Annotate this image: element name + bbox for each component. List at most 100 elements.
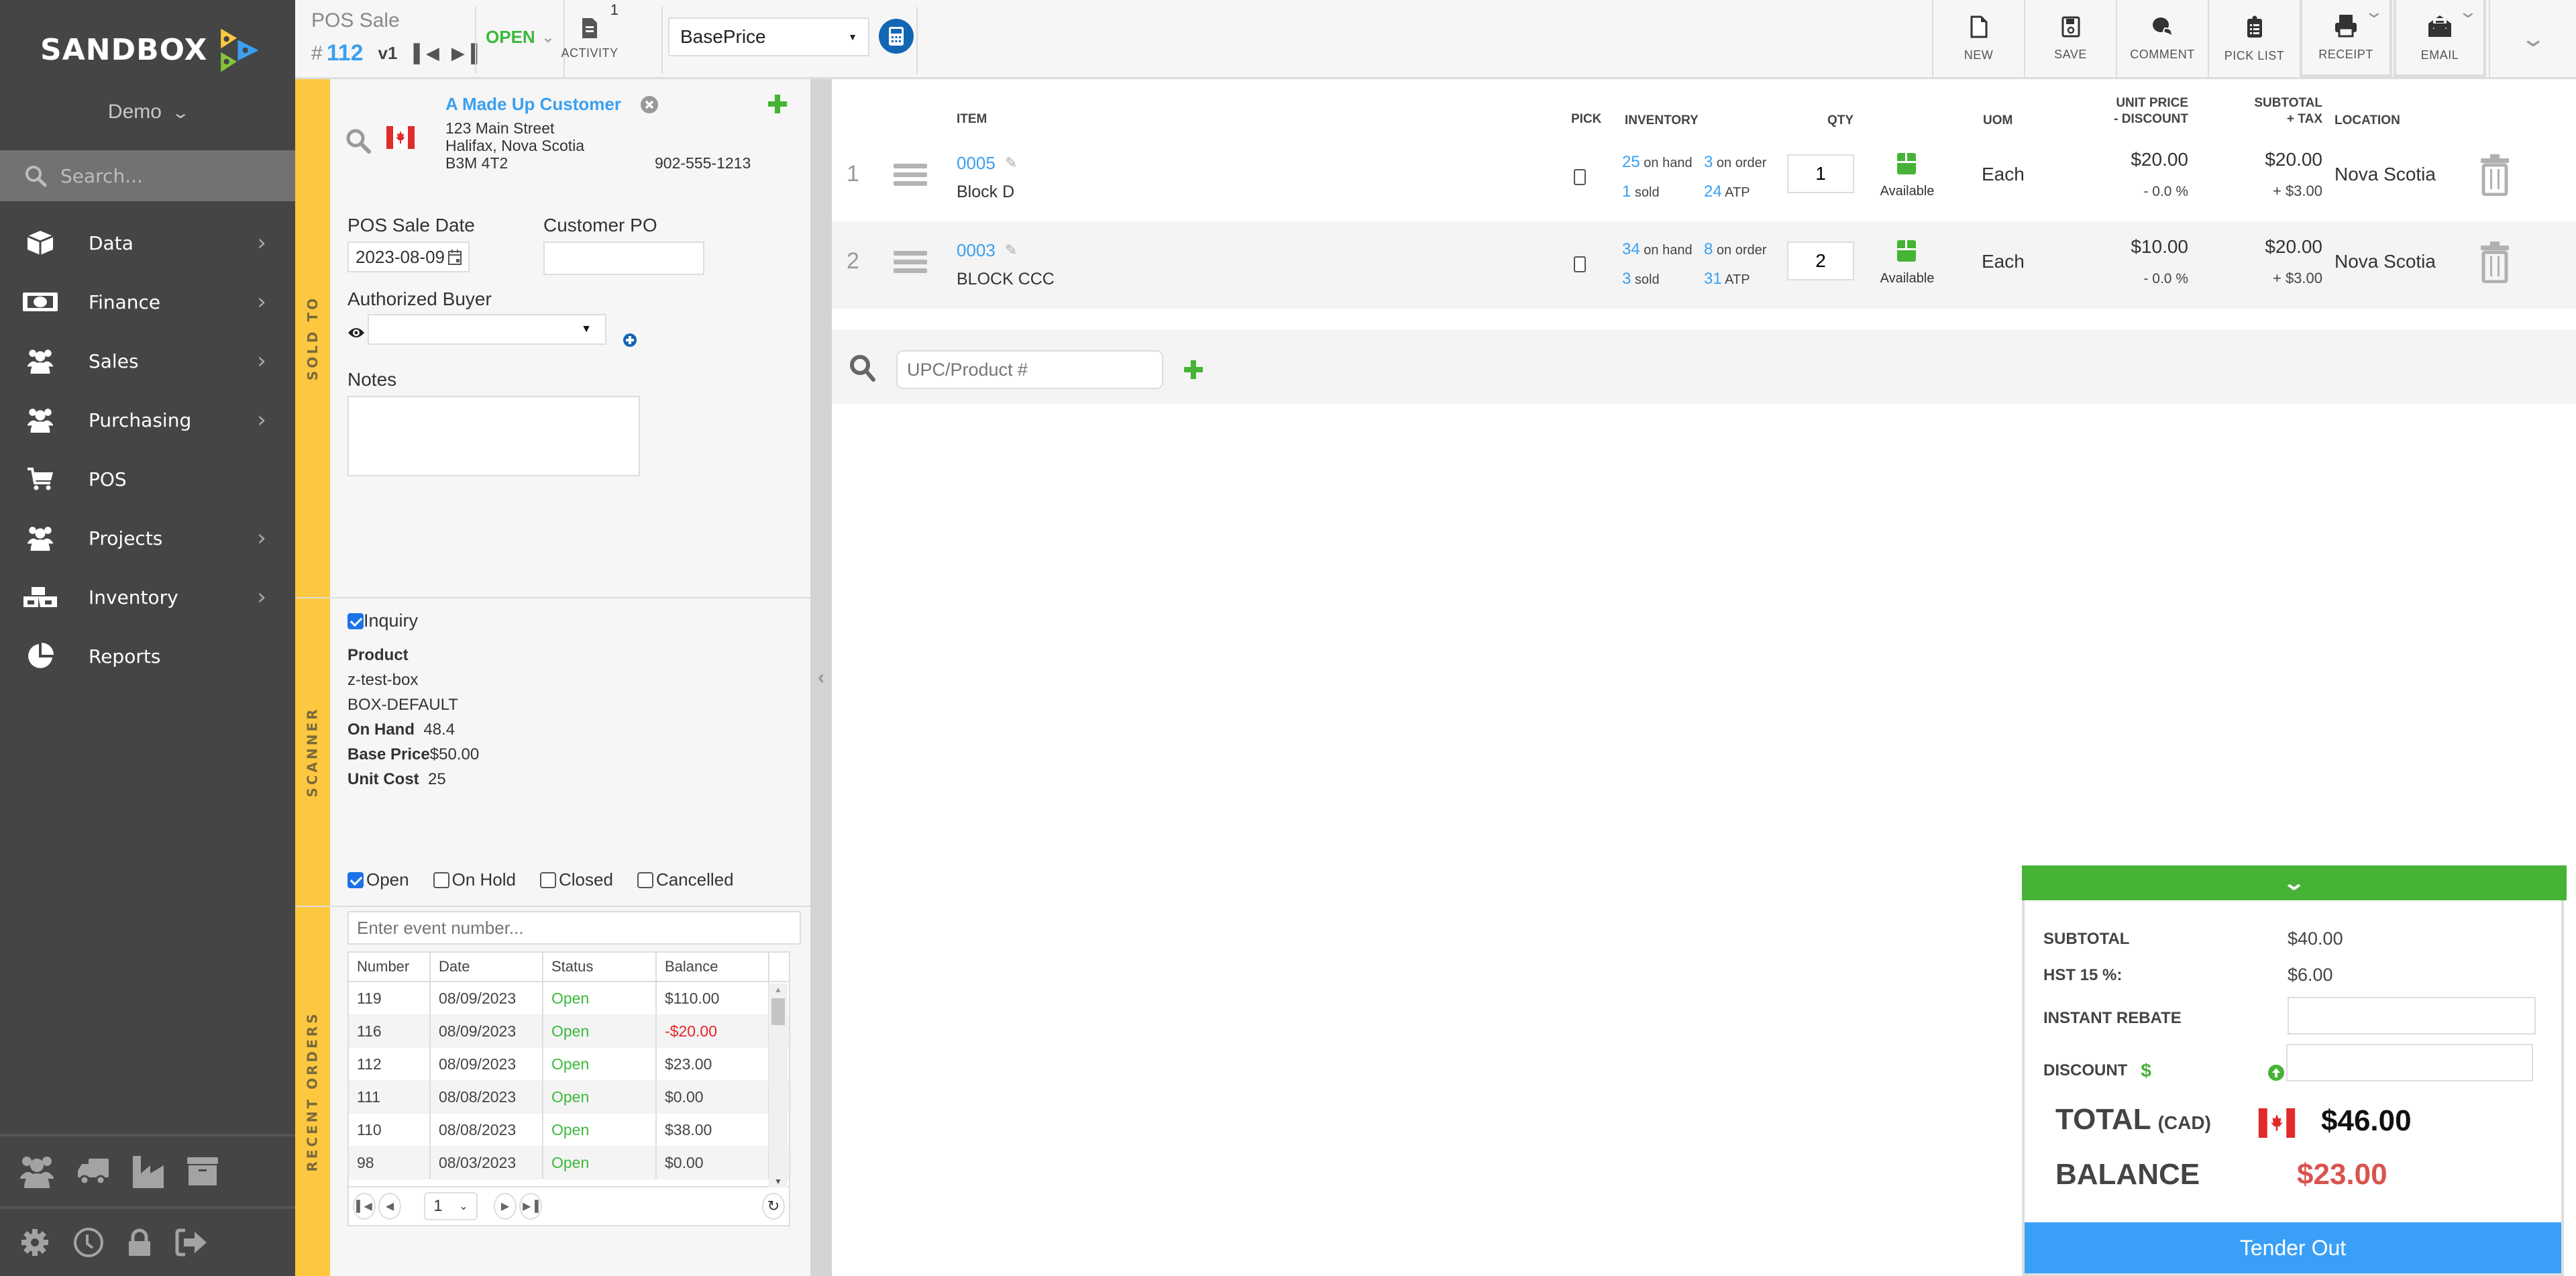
add-product-icon[interactable] [1183,360,1203,380]
sidebar-item-inventory[interactable]: Inventory › [0,568,295,627]
order-row[interactable]: 110 08/08/2023 Open $38.00 [349,1114,789,1147]
order-row[interactable]: 116 08/09/2023 Open -$20.00 [349,1015,789,1048]
activity-button[interactable]: ACTIVITY 1 [561,0,619,77]
scroll-down-icon[interactable]: ▼ [769,1177,788,1186]
col-number[interactable]: Number [349,953,431,981]
sidebar-search-input[interactable] [60,164,282,187]
col-balance[interactable]: Balance [657,953,769,981]
inv-on-order[interactable]: 3 [1704,153,1713,171]
uom-value[interactable]: Each [1982,251,2025,272]
item-sku-link[interactable]: 0005 [957,153,996,174]
save-button[interactable]: SAVE [2024,0,2116,77]
sign-out-icon[interactable] [174,1228,208,1257]
first-record-icon[interactable]: ▌◀ [413,43,439,64]
edit-item-icon[interactable]: ✎ [1005,154,1017,172]
panel-splitter[interactable]: ‹ [810,79,832,1276]
gear-icon[interactable] [20,1228,50,1257]
unit-price[interactable]: $20.00 [2074,149,2188,170]
pick-list-button[interactable]: PICK LIST [2208,0,2300,77]
order-number[interactable]: 110 [349,1114,431,1146]
archive-icon[interactable] [186,1156,219,1187]
customer-po-input[interactable] [543,242,704,275]
inv-on-order[interactable]: 8 [1704,240,1713,258]
trash-icon[interactable] [2478,240,2512,283]
filter-checkbox[interactable] [637,871,653,888]
recent-orders-label[interactable]: RECENT ORDERS [295,907,330,1276]
order-number[interactable]: 119 [349,982,431,1014]
drag-handle-icon[interactable] [894,164,927,186]
orders-scrollbar[interactable]: ▲ ▼ [769,983,788,1187]
refresh-button[interactable]: ↻ [762,1193,785,1220]
chevron-down-icon[interactable]: ⌄ [2364,1,2385,22]
filter-on-hold[interactable]: On Hold [433,869,516,890]
inv-atp[interactable]: 31 [1704,270,1722,288]
qty-input[interactable] [1787,154,1854,193]
last-page-button[interactable]: ▶▐ [519,1193,542,1220]
location-value[interactable]: Nova Scotia [2334,164,2436,185]
item-sku-link[interactable]: 0003 [957,240,996,261]
col-date[interactable]: Date [431,953,543,981]
sidebar-item-projects[interactable]: Projects › [0,509,295,568]
new-button[interactable]: NEW [1932,0,2024,77]
filter-closed[interactable]: Closed [540,869,613,890]
inv-on-hand[interactable]: 25 [1622,153,1640,171]
clear-customer-icon[interactable] [640,95,659,114]
collapse-summary-button[interactable]: ⌄ [2022,865,2567,900]
apply-discount-icon[interactable] [2267,1064,2285,1081]
discount-type-toggle[interactable]: $ [2141,1060,2151,1081]
industry-icon[interactable] [131,1155,165,1188]
discount-input[interactable] [2286,1044,2533,1081]
add-customer-icon[interactable] [767,94,788,114]
lock-icon[interactable] [127,1228,152,1257]
last-record-icon[interactable]: ▶▐ [451,43,477,64]
pick-checkbox[interactable] [1574,256,1586,272]
notes-textarea[interactable] [347,396,640,476]
col-status[interactable]: Status [543,953,657,981]
authorized-buyer-select[interactable]: ▼ [368,314,606,345]
customer-search-icon[interactable] [345,127,372,154]
email-button[interactable]: EMAIL ⌄ [2394,0,2486,77]
uom-value[interactable]: Each [1982,164,2025,185]
calendar-icon[interactable] [448,249,462,265]
comment-button[interactable]: COMMENT [2116,0,2208,77]
scroll-thumb[interactable] [771,998,785,1025]
sidebar-item-purchasing[interactable]: Purchasing › [0,390,295,449]
sidebar-item-data[interactable]: Data › [0,213,295,272]
filter-checkbox[interactable] [347,871,364,888]
order-number[interactable]: 111 [349,1081,431,1113]
order-number[interactable]: 112 [349,1048,431,1080]
more-actions-button[interactable]: ⌄ [2489,0,2576,77]
clock-icon[interactable] [72,1226,105,1259]
filter-checkbox[interactable] [540,871,556,888]
trash-icon[interactable] [2478,153,2512,196]
sidebar-item-pos[interactable]: POS [0,449,295,509]
filter-cancelled[interactable]: Cancelled [637,869,734,890]
next-page-button[interactable]: ▶ [494,1193,517,1220]
collapse-panel-icon[interactable]: ‹ [818,666,824,689]
truck-icon[interactable] [76,1157,110,1185]
inv-on-hand[interactable]: 34 [1622,240,1640,258]
drag-handle-icon[interactable] [894,251,927,273]
inquiry-toggle[interactable]: Inquiry [347,610,418,631]
scroll-up-icon[interactable]: ▲ [769,985,788,994]
edit-item-icon[interactable]: ✎ [1005,242,1017,259]
sale-date-input[interactable]: 2023-08-09 [347,242,470,272]
prev-page-button[interactable]: ◀ [378,1193,401,1220]
first-page-button[interactable]: ▌◀ [353,1193,376,1220]
sandbox-logo[interactable]: SANDBOX [40,15,262,85]
scanner-label[interactable]: SCANNER [295,598,330,906]
sidebar-item-finance[interactable]: Finance › [0,272,295,331]
event-number-search[interactable] [347,911,801,945]
upc-product-input[interactable] [896,350,1163,389]
sidebar-item-reports[interactable]: Reports [0,627,295,686]
inquiry-checkbox[interactable] [347,613,364,629]
location-value[interactable]: Nova Scotia [2334,251,2436,272]
order-row[interactable]: 112 08/09/2023 Open $23.00 [349,1048,789,1081]
unit-price[interactable]: $10.00 [2074,236,2188,258]
inv-sold[interactable]: 3 [1622,270,1631,288]
qty-input[interactable] [1787,242,1854,280]
inv-atp[interactable]: 24 [1704,182,1722,201]
company-selector[interactable]: Demo ⌄ [0,101,295,123]
sold-to-label[interactable]: SOLD TO [295,79,330,597]
page-select[interactable]: 1 ⌄ [424,1192,478,1220]
